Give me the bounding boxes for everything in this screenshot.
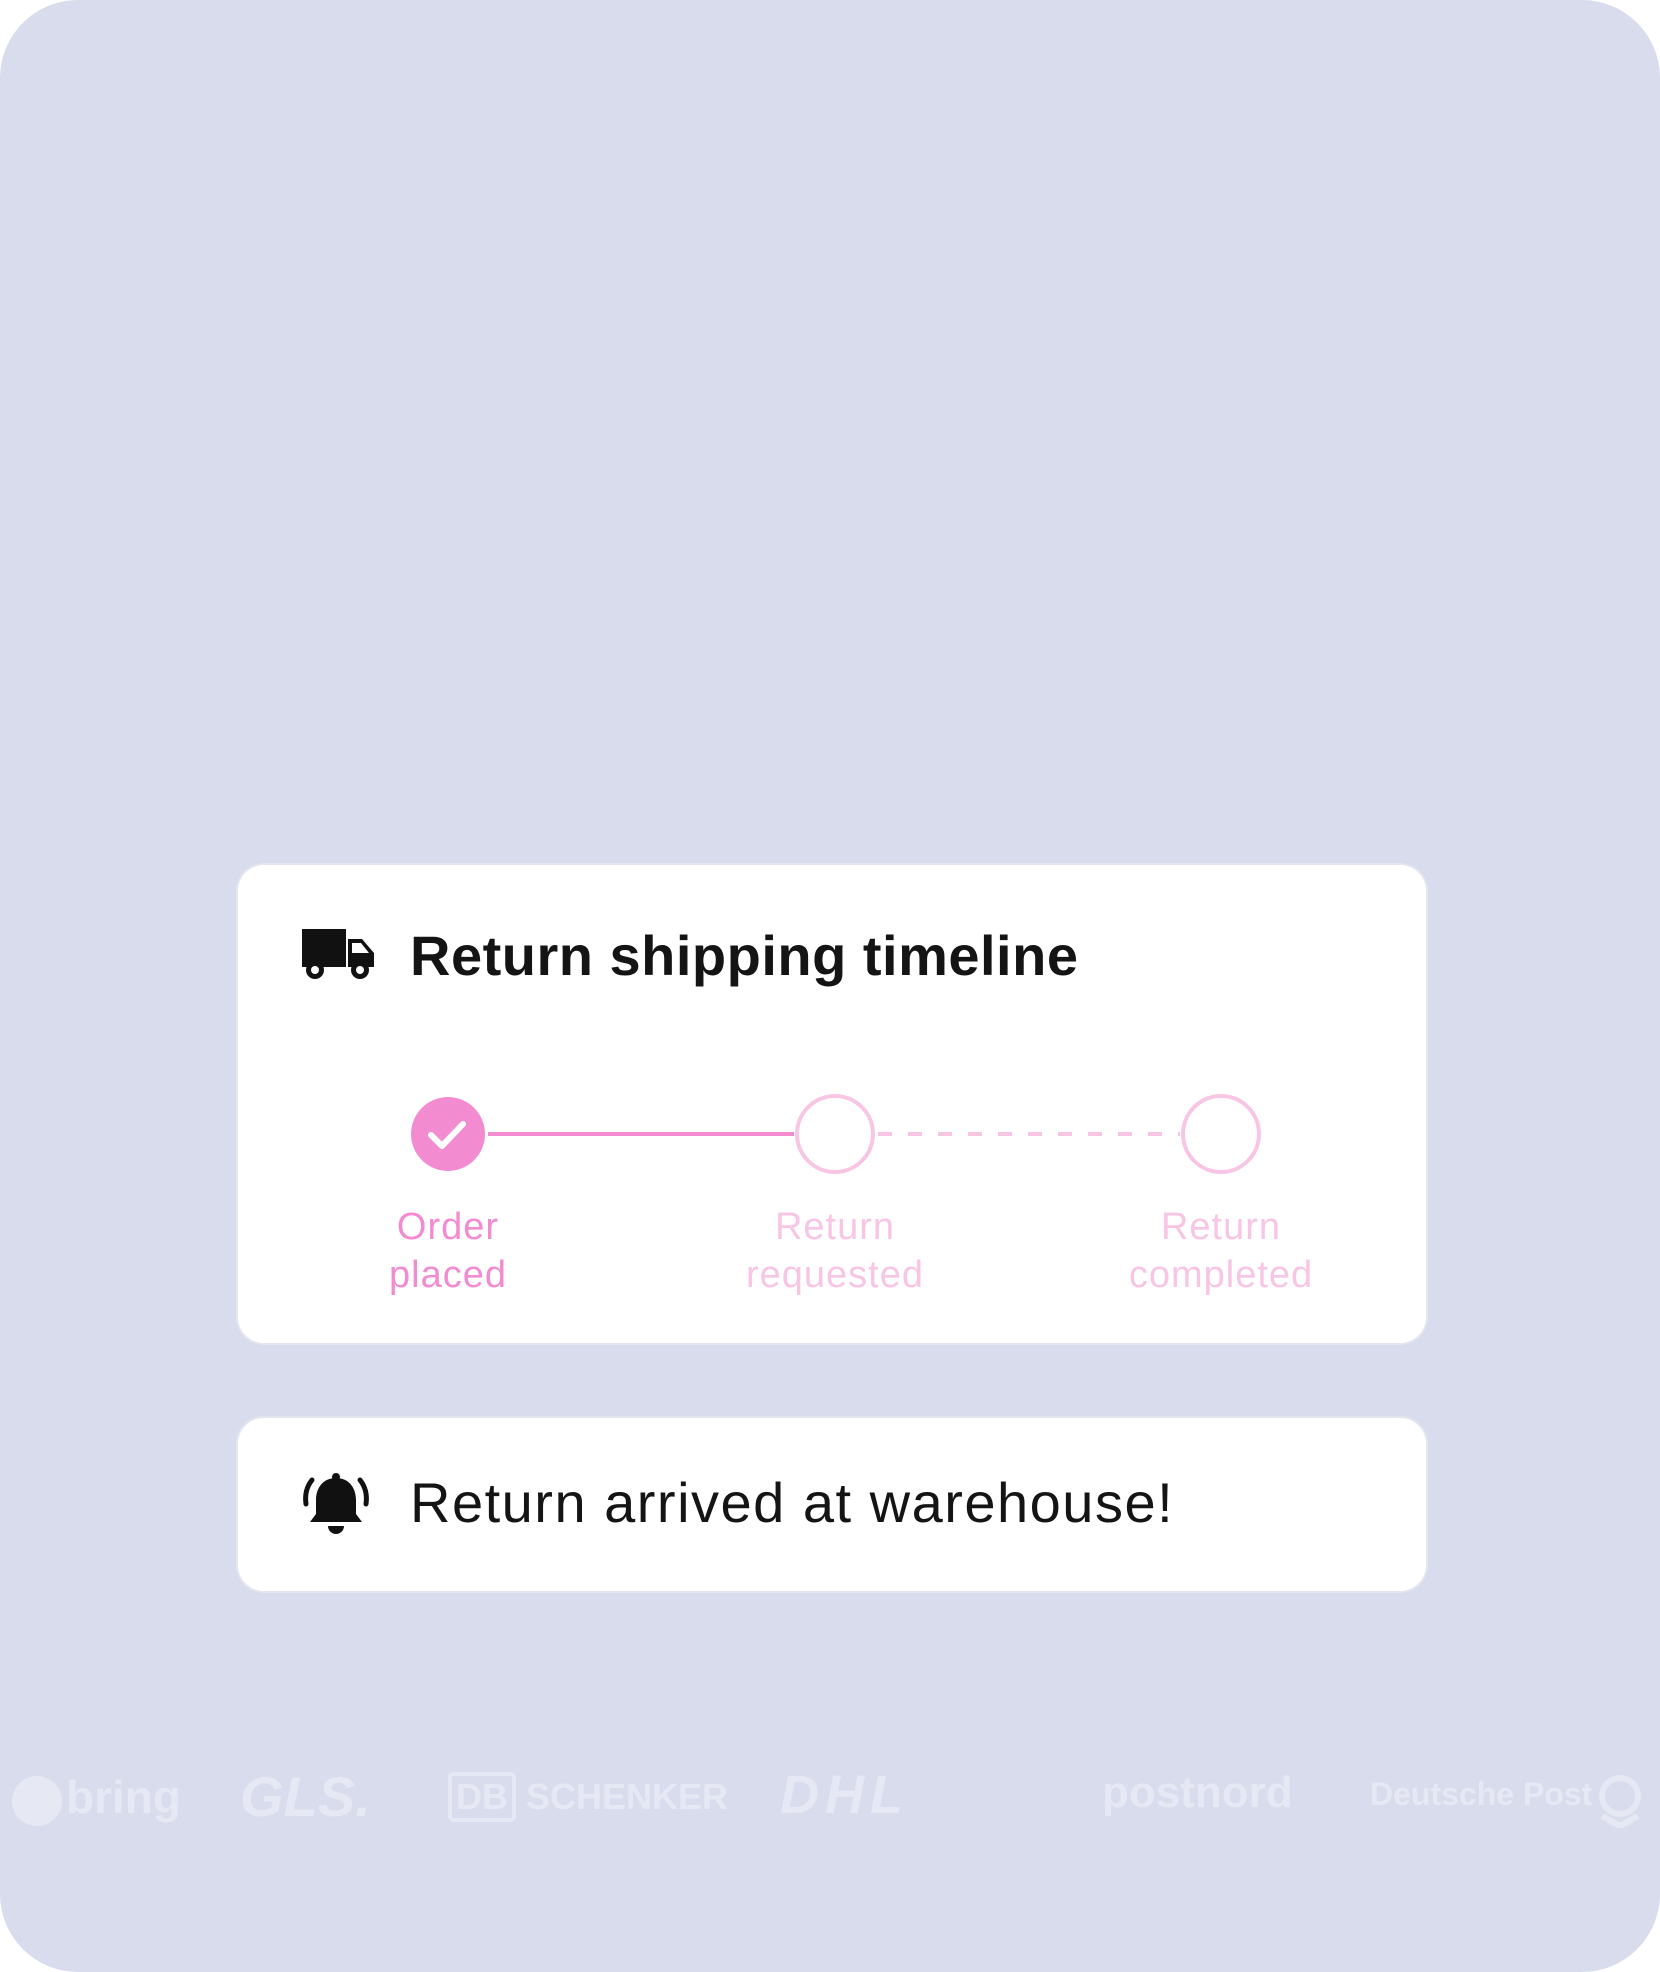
step-label-order-placed: Order placed bbox=[389, 1206, 507, 1296]
step-marker-return-completed bbox=[1181, 1094, 1261, 1174]
warehouse-alert-card: Return arrived at warehouse! bbox=[236, 1416, 1428, 1593]
step-marker-order-placed bbox=[411, 1097, 485, 1171]
bell-ringing-icon bbox=[303, 1473, 369, 1534]
carrier-logo-db-schenker: DB SCHENKER bbox=[448, 1772, 728, 1822]
carrier-logo-postnord: postnord bbox=[1102, 1768, 1293, 1817]
carrier-logo-dhl: DHL bbox=[780, 1765, 909, 1825]
step-label-return-requested: Return requested bbox=[745, 1206, 924, 1296]
step-marker-return-requested bbox=[795, 1094, 875, 1174]
carrier-logo-bring: bring bbox=[12, 1770, 181, 1826]
return-timeline-card: Return shipping timeline Order placed Re… bbox=[236, 863, 1428, 1345]
posthorn-icon bbox=[1599, 1775, 1641, 1828]
carrier-logo-gls: GLS. bbox=[240, 1765, 371, 1828]
step-label-return-completed: Return completed bbox=[1128, 1206, 1314, 1296]
page-background: Return shipping timeline Order placed Re… bbox=[0, 0, 1660, 1972]
carrier-logo-deutsche-post: Deutsche Post bbox=[1370, 1776, 1593, 1812]
alert-message: Return arrived at warehouse! bbox=[410, 1471, 1175, 1534]
carrier-logos: bring GLS. DB SCHENKER DHL postnord Deuts… bbox=[0, 1750, 1660, 1860]
